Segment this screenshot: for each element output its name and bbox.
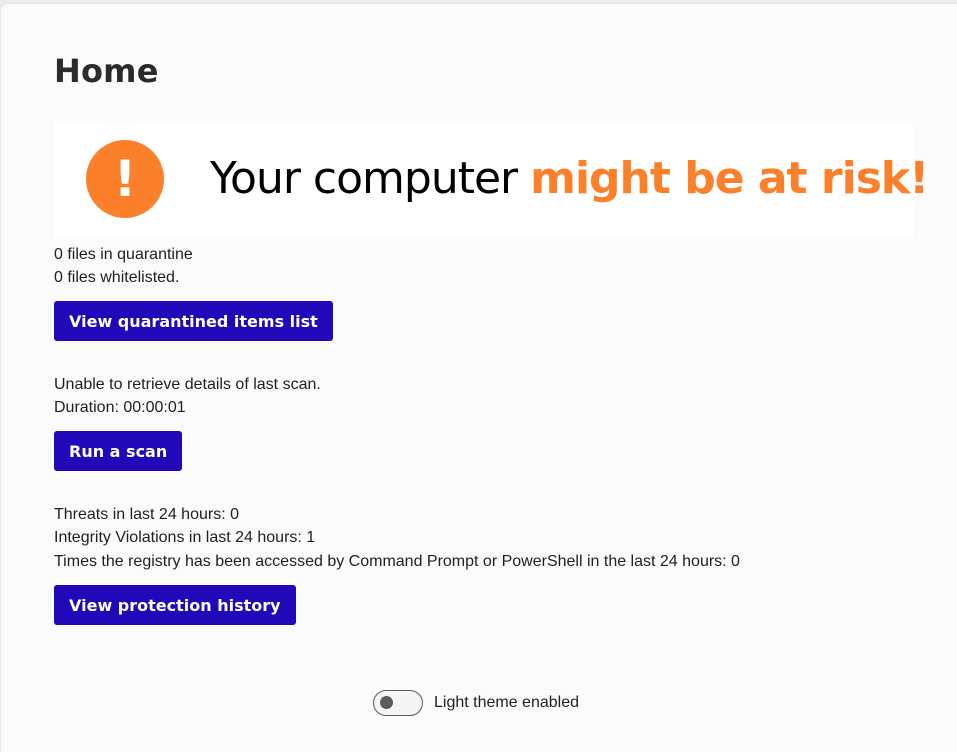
- integrity-violations-count: Integrity Violations in last 24 hours: 1: [54, 529, 316, 546]
- page-title: Home: [54, 52, 159, 90]
- risk-banner: ! Your computer might be at risk!: [54, 123, 929, 239]
- quarantine-count: 0 files in quarantine: [54, 246, 193, 263]
- banner-text-emphasis: might be at risk!: [530, 153, 929, 204]
- theme-toggle-row: Light theme enabled: [373, 690, 579, 716]
- theme-toggle[interactable]: [373, 690, 423, 716]
- threats-count: Threats in last 24 hours: 0: [54, 506, 239, 523]
- banner-message: Your computer might be at risk!: [210, 153, 929, 204]
- app-window: Home ! Your computer might be at risk! 0…: [0, 3, 957, 752]
- banner-text-prefix: Your computer: [210, 153, 531, 204]
- registry-access-count: Times the registry has been accessed by …: [54, 553, 740, 570]
- last-scan-duration: Duration: 00:00:01: [54, 399, 186, 416]
- theme-toggle-label: Light theme enabled: [434, 694, 579, 711]
- run-scan-button[interactable]: Run a scan: [54, 431, 183, 471]
- view-protection-history-button[interactable]: View protection history: [54, 585, 296, 625]
- last-scan-status: Unable to retrieve details of last scan.: [54, 376, 321, 393]
- exclamation-icon: !: [86, 140, 164, 218]
- view-quarantined-items-button[interactable]: View quarantined items list: [54, 301, 333, 341]
- whitelist-count: 0 files whitelisted.: [54, 269, 180, 286]
- toggle-knob: [380, 696, 393, 709]
